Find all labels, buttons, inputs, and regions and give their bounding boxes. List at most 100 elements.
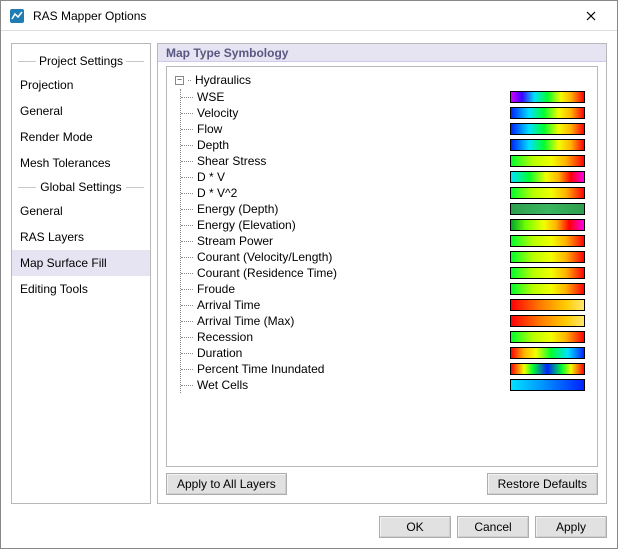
tree-branch-icon (181, 201, 195, 217)
tree-item[interactable]: Recession (181, 329, 589, 345)
tree-root-hydraulics[interactable]: − Hydraulics (175, 73, 589, 87)
close-icon (586, 8, 596, 24)
sidebar: Project Settings Projection General Rend… (11, 43, 151, 504)
color-ramp-swatch[interactable] (510, 91, 585, 103)
collapse-icon[interactable]: − (175, 76, 184, 85)
tree-item-label: Recession (195, 330, 510, 344)
dialog-footer: OK Cancel Apply (1, 510, 617, 548)
color-ramp-swatch[interactable] (510, 235, 585, 247)
group-title: Map Type Symbology (158, 44, 606, 62)
color-ramp-swatch[interactable] (510, 155, 585, 167)
cancel-button[interactable]: Cancel (457, 516, 529, 538)
tree-item-label: Depth (195, 138, 510, 152)
tree-item[interactable]: Stream Power (181, 233, 589, 249)
color-ramp-swatch[interactable] (510, 331, 585, 343)
tree-item[interactable]: Arrival Time (Max) (181, 313, 589, 329)
color-ramp-swatch[interactable] (510, 267, 585, 279)
tree-branch-icon (181, 89, 195, 105)
sidebar-item-map-surface-fill[interactable]: Map Surface Fill (12, 250, 150, 276)
map-type-symbology-group: Map Type Symbology − Hydraulics WSE Veloc… (157, 43, 607, 504)
tree-item-label: Arrival Time (Max) (195, 314, 510, 328)
tree-root-label: Hydraulics (195, 73, 251, 87)
tree-item-label: WSE (195, 90, 510, 104)
sidebar-section-global: Global Settings (12, 180, 150, 194)
sidebar-item-projection[interactable]: Projection (12, 72, 150, 98)
tree-item-label: Energy (Elevation) (195, 218, 510, 232)
color-ramp-swatch[interactable] (510, 203, 585, 215)
close-button[interactable] (569, 2, 613, 30)
color-ramp-swatch[interactable] (510, 347, 585, 359)
tree-item[interactable]: Courant (Residence Time) (181, 265, 589, 281)
sidebar-item-render-mode[interactable]: Render Mode (12, 124, 150, 150)
tree-item[interactable]: Duration (181, 345, 589, 361)
tree-item-label: Duration (195, 346, 510, 360)
color-ramp-swatch[interactable] (510, 379, 585, 391)
tree-children: WSE Velocity Flow Depth Shear StressD * VD *… (180, 89, 589, 393)
color-ramp-swatch[interactable] (510, 219, 585, 231)
tree-item[interactable]: Velocity (181, 105, 589, 121)
window-title: RAS Mapper Options (33, 9, 569, 23)
tree-item-label: Shear Stress (195, 154, 510, 168)
tree-item[interactable]: Energy (Depth) (181, 201, 589, 217)
sidebar-item-mesh-tolerances[interactable]: Mesh Tolerances (12, 150, 150, 176)
tree-branch-icon (181, 297, 195, 313)
app-icon (9, 8, 25, 24)
tree-item-label: Froude (195, 282, 510, 296)
dialog-body: Project Settings Projection General Rend… (1, 31, 617, 510)
color-ramp-swatch[interactable] (510, 315, 585, 327)
restore-defaults-button[interactable]: Restore Defaults (487, 473, 598, 495)
apply-to-all-layers-button[interactable]: Apply to All Layers (166, 473, 287, 495)
sidebar-section-project: Project Settings (12, 54, 150, 68)
tree-item[interactable]: Arrival Time (181, 297, 589, 313)
tree-branch-icon (181, 329, 195, 345)
tree-branch-icon (181, 313, 195, 329)
tree-branch-icon (181, 361, 195, 377)
color-ramp-swatch[interactable] (510, 283, 585, 295)
tree-item[interactable]: D * V (181, 169, 589, 185)
tree-branch-icon (181, 281, 195, 297)
tree-item-label: Arrival Time (195, 298, 510, 312)
sidebar-item-global-general[interactable]: General (12, 198, 150, 224)
main-panel: Map Type Symbology − Hydraulics WSE Veloc… (157, 43, 607, 504)
tree-item[interactable]: Courant (Velocity/Length) (181, 249, 589, 265)
dialog-window: RAS Mapper Options Project Settings Proj… (0, 0, 618, 549)
color-ramp-swatch[interactable] (510, 187, 585, 199)
tree-item[interactable]: Wet Cells (181, 377, 589, 393)
sidebar-item-ras-layers[interactable]: RAS Layers (12, 224, 150, 250)
tree-branch-icon (181, 265, 195, 281)
color-ramp-swatch[interactable] (510, 107, 585, 119)
tree-item[interactable]: Flow (181, 121, 589, 137)
tree-branch-icon (181, 377, 195, 393)
tree-branch-icon (181, 137, 195, 153)
tree-item[interactable]: Depth (181, 137, 589, 153)
ok-button[interactable]: OK (379, 516, 451, 538)
tree-branch-icon (181, 105, 195, 121)
tree-item[interactable]: D * V^2 (181, 185, 589, 201)
tree-branch-icon (181, 217, 195, 233)
tree-branch-icon (181, 249, 195, 265)
tree-item-label: D * V^2 (195, 186, 510, 200)
color-ramp-swatch[interactable] (510, 171, 585, 183)
symbology-tree: − Hydraulics WSE Velocity Flow Depth Shear S… (166, 66, 598, 467)
color-ramp-swatch[interactable] (510, 251, 585, 263)
tree-item[interactable]: Shear Stress (181, 153, 589, 169)
tree-item-label: Courant (Velocity/Length) (195, 250, 510, 264)
apply-button[interactable]: Apply (535, 516, 607, 538)
tree-item[interactable]: Percent Time Inundated (181, 361, 589, 377)
tree-item[interactable]: Energy (Elevation) (181, 217, 589, 233)
tree-item[interactable]: Froude (181, 281, 589, 297)
color-ramp-swatch[interactable] (510, 139, 585, 151)
color-ramp-swatch[interactable] (510, 299, 585, 311)
sidebar-item-editing-tools[interactable]: Editing Tools (12, 276, 150, 302)
tree-branch-icon (181, 153, 195, 169)
group-button-row: Apply to All Layers Restore Defaults (166, 467, 598, 495)
tree-item-label: Percent Time Inundated (195, 362, 510, 376)
color-ramp-swatch[interactable] (510, 123, 585, 135)
tree-item-label: Wet Cells (195, 378, 510, 392)
tree-item-label: Velocity (195, 106, 510, 120)
tree-item-label: Energy (Depth) (195, 202, 510, 216)
tree-item-label: Flow (195, 122, 510, 136)
color-ramp-swatch[interactable] (510, 363, 585, 375)
tree-item[interactable]: WSE (181, 89, 589, 105)
sidebar-item-general[interactable]: General (12, 98, 150, 124)
